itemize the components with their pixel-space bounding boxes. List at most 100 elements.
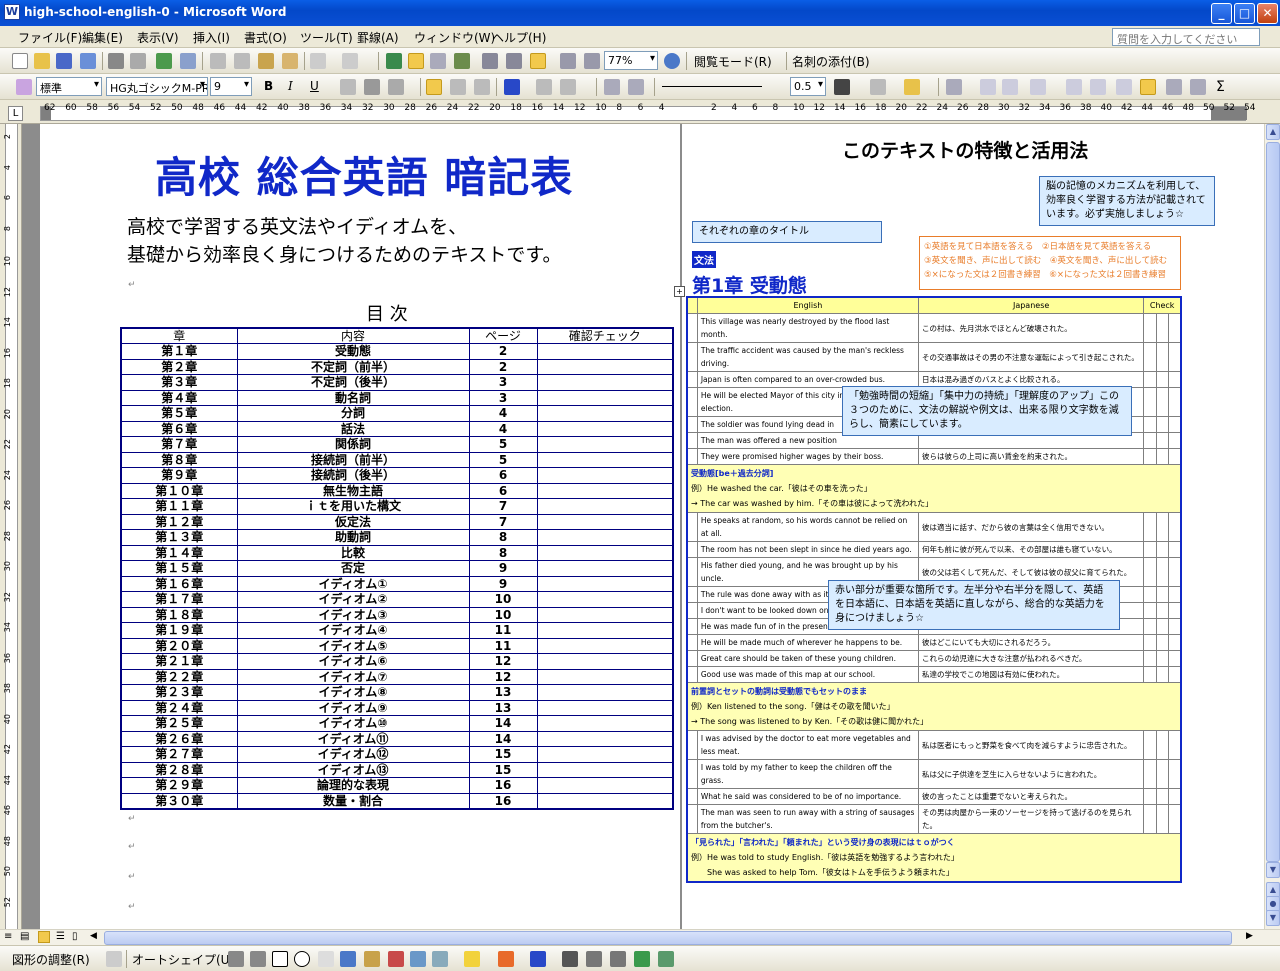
scroll-left-icon[interactable]: ◀ — [90, 931, 97, 941]
check-cell[interactable] — [1155, 618, 1170, 635]
check-cell[interactable] — [1155, 313, 1170, 343]
callout-red-parts[interactable]: 赤い部分が重要な箇所です。左半分や右半分を隠して、英語を日本語に、日本語を英語に… — [828, 580, 1120, 630]
3d-style-icon[interactable] — [658, 951, 674, 967]
check-cell[interactable] — [1168, 602, 1182, 619]
english-cell[interactable]: He will be made much of wherever he happ… — [696, 634, 919, 651]
check-cell[interactable] — [1143, 387, 1157, 417]
toc-check-cell[interactable] — [536, 374, 674, 391]
check-cell[interactable] — [1155, 541, 1170, 558]
open-folder-icon[interactable] — [34, 53, 50, 69]
arrow-style-icon[interactable] — [610, 951, 626, 967]
autosum-icon[interactable]: Σ — [1216, 79, 1225, 95]
toc-check-cell[interactable] — [536, 529, 674, 546]
split-cells-icon[interactable] — [1002, 79, 1018, 95]
toc-check-cell[interactable] — [536, 653, 674, 670]
check-cell[interactable] — [1143, 634, 1157, 651]
drawing-icon[interactable] — [506, 53, 522, 69]
check-cell[interactable] — [1143, 342, 1157, 372]
close-button[interactable]: ✕ — [1257, 3, 1278, 24]
arrow-tool-icon[interactable] — [250, 951, 266, 967]
insert-table-format-icon[interactable] — [946, 79, 962, 95]
english-cell[interactable]: I was told by my father to keep the chil… — [696, 759, 919, 789]
shadow-style-icon[interactable] — [634, 951, 650, 967]
style-combo[interactable]: 標準 — [36, 77, 102, 96]
char-shading-icon[interactable] — [364, 79, 380, 95]
next-page-icon[interactable]: ▼ — [1266, 910, 1280, 926]
columns-icon[interactable] — [482, 53, 498, 69]
scroll-right-icon[interactable]: ▶ — [1246, 931, 1253, 941]
toc-check-cell[interactable] — [536, 684, 674, 701]
english-cell[interactable]: Great care should be taken of these youn… — [696, 650, 919, 667]
undo-icon[interactable] — [310, 53, 326, 69]
business-card-button[interactable]: 名刺の添付(B) — [792, 53, 870, 70]
check-cell[interactable] — [1168, 730, 1182, 760]
font-size-combo[interactable]: 9 — [210, 77, 252, 96]
check-cell[interactable] — [1155, 432, 1170, 449]
english-cell[interactable]: This village was nearly destroyed by the… — [696, 313, 919, 343]
english-cell[interactable]: I was advised by the doctor to eat more … — [696, 730, 919, 760]
tables-borders-icon[interactable] — [408, 53, 424, 69]
check-cell[interactable] — [1155, 634, 1170, 651]
show-hide-icon[interactable] — [560, 53, 576, 69]
toc-check-cell[interactable] — [536, 699, 674, 716]
paste-icon[interactable] — [258, 53, 274, 69]
check-cell[interactable] — [1155, 602, 1170, 619]
new-document-icon[interactable] — [12, 53, 28, 69]
print-preview-icon[interactable] — [130, 53, 146, 69]
toc-check-cell[interactable] — [536, 761, 674, 778]
japanese-cell[interactable]: 何年も前に彼が死んで以来、その部屋は誰も寝ていない。 — [917, 541, 1145, 558]
shading-color-icon[interactable] — [904, 79, 920, 95]
normal-view-icon[interactable]: ≡ — [4, 931, 12, 942]
japanese-cell[interactable]: 彼は適当に話す、だから彼の言葉は全く信用できない。 — [917, 512, 1145, 542]
draw-font-color-icon[interactable] — [530, 951, 546, 967]
check-cell[interactable] — [1155, 759, 1170, 789]
check-cell[interactable] — [1168, 759, 1182, 789]
redo-icon[interactable] — [342, 53, 358, 69]
toc-check-cell[interactable] — [536, 513, 674, 530]
english-cell[interactable]: They were promised higher wages by their… — [696, 448, 919, 465]
toc-check-cell[interactable] — [536, 622, 674, 639]
check-cell[interactable] — [1168, 557, 1182, 587]
font-color-icon[interactable] — [504, 79, 520, 95]
styles-pane-icon[interactable] — [16, 79, 32, 95]
toc-check-cell[interactable] — [536, 668, 674, 685]
check-cell[interactable] — [1143, 512, 1157, 542]
check-cell[interactable] — [1168, 416, 1182, 433]
check-cell[interactable] — [1155, 730, 1170, 760]
japanese-cell[interactable]: 私は父に子供達を芝生に入らせないように言われた。 — [917, 759, 1145, 789]
table-move-handle[interactable]: + — [674, 286, 685, 297]
save-icon[interactable] — [56, 53, 72, 69]
check-cell[interactable] — [1168, 804, 1182, 834]
check-cell[interactable] — [1155, 371, 1170, 388]
enclose-char-icon[interactable] — [560, 79, 576, 95]
adjust-shapes-menu[interactable]: 図形の調整(R) — [12, 951, 90, 968]
check-cell[interactable] — [1143, 666, 1157, 683]
check-cell[interactable] — [1155, 512, 1170, 542]
check-cell[interactable] — [1155, 666, 1170, 683]
web-view-icon[interactable]: ▤ — [20, 931, 29, 942]
japanese-cell[interactable]: 彼はどこにいても大切にされるだろう。 — [917, 634, 1145, 651]
toc-check-cell[interactable] — [536, 482, 674, 499]
line-color-icon[interactable] — [498, 951, 514, 967]
permission-icon[interactable] — [80, 53, 96, 69]
toc-check-cell[interactable] — [536, 498, 674, 515]
print-layout-icon[interactable] — [38, 931, 50, 943]
textbox-icon[interactable] — [318, 951, 334, 967]
menu-edit[interactable]: 編集(E) — [82, 29, 123, 46]
check-cell[interactable] — [1168, 342, 1182, 372]
font-combo[interactable]: HG丸ゴシックM-PRO — [106, 77, 208, 96]
check-cell[interactable] — [1155, 416, 1170, 433]
diagram-icon[interactable] — [364, 951, 380, 967]
minimize-button[interactable]: _ — [1211, 3, 1232, 24]
japanese-cell[interactable]: 私達の学校でこの地図は有効に使われた。 — [917, 666, 1145, 683]
menu-window[interactable]: ウィンドウ(W) — [414, 29, 495, 46]
zoom-combo[interactable]: 77% — [604, 51, 658, 70]
check-cell[interactable] — [1143, 432, 1157, 449]
english-cell[interactable]: He speaks at random, so his words cannot… — [696, 512, 919, 542]
menu-file[interactable]: ファイル(F) — [18, 29, 82, 46]
toc-check-cell[interactable] — [536, 436, 674, 453]
check-cell[interactable] — [1143, 602, 1157, 619]
fill-color-icon[interactable] — [464, 951, 480, 967]
check-cell[interactable] — [1155, 650, 1170, 667]
check-cell[interactable] — [1168, 448, 1182, 465]
